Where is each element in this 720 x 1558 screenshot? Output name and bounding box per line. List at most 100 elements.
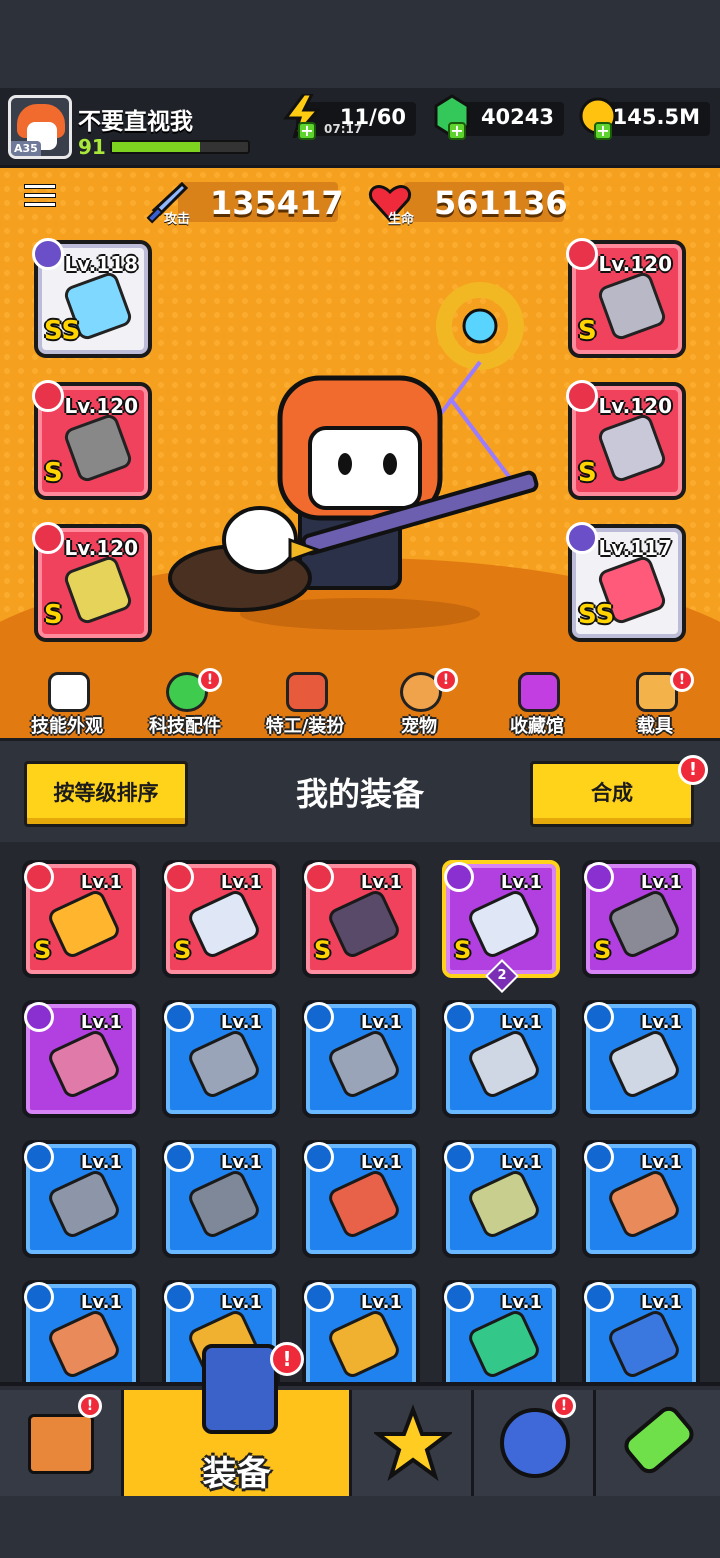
gold-counter[interactable]: + 145.5M: [579, 97, 710, 140]
gem-counter[interactable]: + 40243: [434, 94, 564, 140]
inventory-item[interactable]: Lv.1: [162, 1140, 280, 1258]
nav-agent[interactable]: 特工/装扮: [250, 668, 360, 738]
inventory-item[interactable]: Lv.1: [582, 1280, 700, 1382]
equip-slot-necklace[interactable]: Lv.120 S: [32, 380, 152, 500]
tab-equipment[interactable]: ! 装备: [124, 1342, 352, 1496]
slot-type-icon: [304, 862, 334, 892]
slot-type-icon: [584, 1282, 614, 1312]
avatar[interactable]: A35: [8, 95, 72, 159]
inventory-item[interactable]: Lv.1: [442, 1000, 560, 1118]
item-level: Lv.1: [640, 1012, 682, 1033]
energy-counter[interactable]: + 11/60 07:17: [283, 94, 416, 140]
inventory-item[interactable]: Lv.1: [582, 1000, 700, 1118]
list-menu-icon[interactable]: [24, 184, 56, 214]
kunai-icon: [325, 1027, 403, 1101]
alert-badge: !: [78, 1394, 102, 1418]
slot-type-icon: [24, 1282, 54, 1312]
tab-evolution[interactable]: [596, 1390, 720, 1496]
vest-icon: [325, 1167, 403, 1241]
slot-type-icon: [444, 1282, 474, 1312]
chain-necklace-icon: [62, 412, 134, 484]
nav-skill-skin[interactable]: 技能外观: [12, 668, 122, 738]
alert-badge: !: [434, 668, 458, 692]
nav-tech-parts[interactable]: ! 科技配件: [130, 668, 240, 738]
bolt-necklace-icon: [325, 1307, 403, 1381]
machete-icon: [465, 1027, 543, 1101]
item-level: Lv.1: [80, 1292, 122, 1313]
slot-type-icon: [164, 1282, 194, 1312]
bottom-tab-bar: ! ! 装备 !: [0, 1342, 720, 1496]
alert-badge: !: [678, 755, 708, 785]
xp-bar: [110, 140, 250, 154]
inventory-item[interactable]: Lv.1: [302, 1280, 420, 1382]
nav-vehicle[interactable]: ! 载具: [600, 668, 710, 738]
slot-type-icon: [24, 862, 54, 892]
avatar-badge: A35: [11, 141, 41, 156]
item-grade: S: [594, 936, 612, 964]
inventory-item[interactable]: Lv.1: [442, 1280, 560, 1382]
dark-boot-icon: [325, 887, 403, 961]
item-level: Lv.1: [360, 1292, 402, 1313]
tab-talents[interactable]: !: [474, 1390, 596, 1496]
inventory-item[interactable]: Lv.1 S 2: [442, 860, 560, 993]
gem-plus-icon[interactable]: +: [448, 122, 466, 140]
gem-value: 40243: [480, 105, 554, 129]
equip-slot-belt[interactable]: Lv.120 S: [566, 380, 686, 500]
hero-character: [168, 282, 539, 630]
equip-slot-boots[interactable]: Lv.117 SS: [566, 522, 686, 642]
nav-pet[interactable]: ! 宠物: [364, 668, 474, 738]
item-level: Lv.1: [80, 1012, 122, 1033]
equipment-icon: [202, 1344, 278, 1434]
slot-type-icon: [584, 1002, 614, 1032]
item-grade: S: [454, 936, 472, 964]
inventory-item[interactable]: Lv.1: [22, 1140, 140, 1258]
equip-slot-weapon[interactable]: Lv.118 SS: [32, 238, 152, 358]
tab-shop[interactable]: !: [0, 1390, 124, 1496]
slot-type-icon: [444, 1002, 474, 1032]
dna-capsule-icon: [619, 1401, 699, 1479]
hp-value: 561136: [434, 184, 568, 222]
tab-heroes[interactable]: [352, 1390, 474, 1496]
star-orb-icon: [500, 1408, 570, 1478]
hero-showcase: 攻击 135417 生命 561136 Lv.118 SS Lv.120 S L…: [0, 168, 720, 738]
equip-slot-armor[interactable]: Lv.120 S: [566, 238, 686, 358]
shop-icon: [28, 1414, 94, 1474]
inventory-item[interactable]: Lv.1: [302, 1140, 420, 1258]
item-level: Lv.1: [220, 872, 262, 893]
inventory-item[interactable]: Lv.1 S: [302, 860, 420, 978]
inventory-item[interactable]: Lv.1: [162, 1000, 280, 1118]
gem-necklace-icon: [465, 1307, 543, 1381]
item-grade: S: [34, 936, 52, 964]
inventory-item[interactable]: Lv.1: [442, 1140, 560, 1258]
nav-collection[interactable]: 收藏馆: [482, 668, 592, 738]
item-level: Lv.1: [220, 1152, 262, 1173]
inventory-item[interactable]: Lv.1: [22, 1000, 140, 1118]
blaster-icon: [185, 887, 263, 961]
inventory-item[interactable]: Lv.1 S: [162, 860, 280, 978]
energy-plus-icon[interactable]: +: [298, 122, 316, 140]
equip-slot-gloves[interactable]: Lv.120 S: [32, 522, 152, 642]
item-level: Lv.1: [500, 1012, 542, 1033]
item-level: Lv.1: [80, 872, 122, 893]
hp-stat: 生命 561136: [369, 182, 568, 227]
system-nav-area: [0, 1496, 720, 1558]
merge-button[interactable]: 合成: [530, 761, 694, 827]
item-grade: S: [174, 936, 192, 964]
inventory-item[interactable]: Lv.1: [582, 1140, 700, 1258]
player-header: A35 不要直视我 91 + 11/60 07:17 + 40243 + 145…: [0, 88, 720, 168]
shotgun-icon: [185, 1167, 263, 1241]
gauntlet-icon: [62, 554, 134, 626]
player-level: 91: [78, 135, 106, 159]
item-level: Lv.1: [500, 1152, 542, 1173]
inventory-item[interactable]: Lv.1: [22, 1280, 140, 1382]
hp-label: 生命: [388, 212, 415, 227]
gold-plus-icon[interactable]: +: [594, 122, 612, 140]
inventory-item[interactable]: Lv.1 S: [22, 860, 140, 978]
bone-necklace-icon: [45, 1307, 123, 1381]
feature-nav: 技能外观 ! 科技配件 特工/装扮 ! 宠物 收藏馆 ! 载具: [0, 668, 720, 738]
item-level: Lv.1: [220, 1292, 262, 1313]
item-level: Lv.1: [500, 872, 542, 893]
inventory-item[interactable]: Lv.1: [302, 1000, 420, 1118]
inventory-item[interactable]: Lv.1 S: [582, 860, 700, 978]
attack-stat: 攻击 135417: [146, 181, 344, 227]
